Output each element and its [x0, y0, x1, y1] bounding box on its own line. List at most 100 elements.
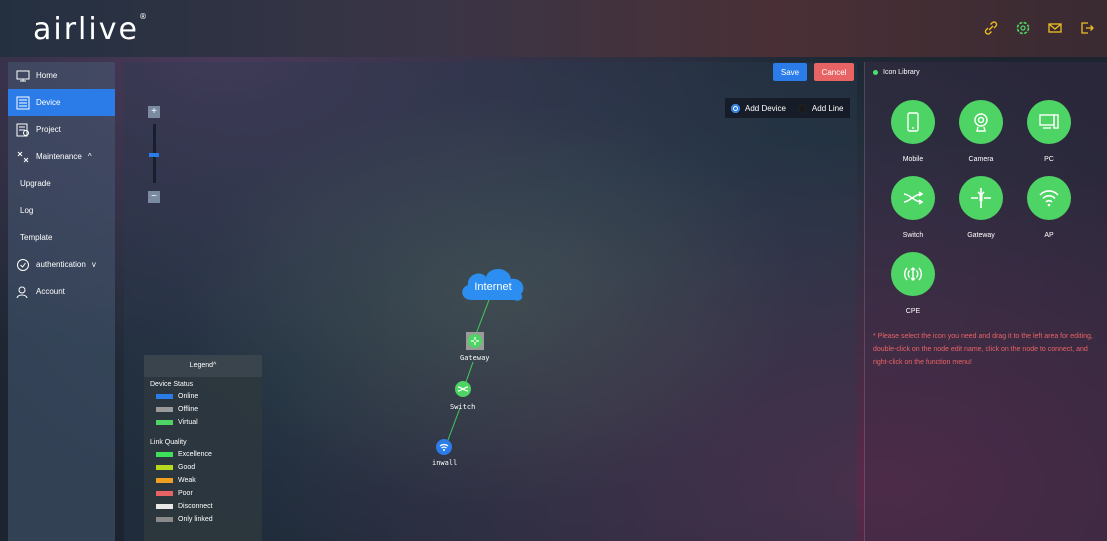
status-dot: [873, 70, 878, 75]
library-item-switch[interactable]: [891, 176, 935, 220]
sidebar-item-upgrade[interactable]: Upgrade: [8, 170, 115, 197]
gateway-icon: [468, 334, 482, 348]
legend-header[interactable]: Legend^: [144, 355, 262, 377]
swatch: [156, 504, 173, 509]
maintenance-icon: [17, 151, 29, 162]
swatch: [156, 394, 173, 399]
library-item-ap[interactable]: [1027, 176, 1071, 220]
sidebar-item-device[interactable]: Device: [8, 89, 115, 116]
legend-label: Virtual: [178, 419, 198, 426]
sidebar-item-label: Device: [36, 98, 61, 107]
settings-icon[interactable]: [1015, 20, 1031, 36]
sidebar-item-label: authentication: [36, 260, 86, 269]
sidebar-item-label: Project: [36, 125, 61, 134]
sidebar-item-maintenance[interactable]: Maintenance ^: [8, 143, 115, 170]
legend-label: Disconnect: [178, 503, 213, 510]
legend-row: Poor: [144, 487, 262, 500]
library-item-label: CPE: [905, 308, 921, 315]
legend-row: Weak: [144, 474, 262, 487]
project-icon: [16, 123, 29, 136]
legend-label: Excellence: [178, 451, 212, 458]
library-item-label: Gateway: [967, 232, 995, 239]
library-item-camera[interactable]: [959, 100, 1003, 144]
library-item-pc[interactable]: [1027, 100, 1071, 144]
logout-icon[interactable]: [1079, 20, 1095, 36]
legend-label: Poor: [178, 490, 193, 497]
library-item-mobile[interactable]: [891, 100, 935, 144]
chevron-up-icon: ^: [213, 362, 217, 369]
cpe-icon: [904, 267, 922, 281]
link-internet-gateway: [475, 299, 490, 335]
sidebar-item-log[interactable]: Log: [8, 197, 115, 224]
legend-section-title: Device Status: [150, 381, 194, 388]
sidebar-item-label: Maintenance: [36, 152, 82, 161]
legend-row: Offline: [144, 403, 262, 416]
legend-label: Weak: [178, 477, 196, 484]
sidebar-item-label: Home: [36, 71, 58, 80]
pc-icon: [1039, 114, 1059, 129]
sidebar-item-label: Account: [36, 287, 65, 296]
sidebar-item-project[interactable]: Project: [8, 116, 115, 143]
sidebar-item-template[interactable]: Template: [8, 224, 115, 251]
link-switch-inwall: [447, 407, 461, 441]
node-gateway[interactable]: [466, 332, 484, 350]
library-hint: * Please select the icon you need and dr…: [873, 333, 1093, 366]
library-item-label: Switch: [902, 232, 924, 239]
legend-row: Disconnect: [144, 500, 262, 513]
node-inwall[interactable]: [436, 439, 452, 455]
sidebar-item-label: Template: [20, 233, 53, 242]
node-switch[interactable]: [455, 381, 471, 397]
library-item-label: Mobile: [902, 156, 924, 163]
legend-row: Excellence: [144, 448, 262, 461]
link-icon[interactable]: [983, 20, 999, 36]
legend-row: Online: [144, 390, 262, 403]
legend-row: Good: [144, 461, 262, 474]
legend-label: Good: [178, 464, 196, 471]
icon-library-panel: Icon Library Mobile Camera PC Switch Gat…: [864, 62, 1107, 541]
library-item-label: Camera: [968, 156, 994, 163]
mobile-icon: [907, 112, 919, 132]
user-icon: [16, 286, 28, 298]
wifi-icon: [439, 443, 449, 451]
swatch: [156, 407, 173, 412]
gateway-icon: [971, 188, 991, 208]
sidebar-item-authentication[interactable]: authentication v: [8, 251, 115, 278]
node-label: Gateway: [460, 354, 490, 362]
node-internet[interactable]: Internet: [457, 262, 529, 304]
legend-title: Legend: [189, 362, 214, 369]
swatch: [156, 465, 173, 470]
chevron-down-icon: v: [91, 260, 96, 269]
library-item-label: AP: [1044, 232, 1054, 239]
library-title: Icon Library: [883, 69, 920, 76]
mail-icon[interactable]: [1047, 20, 1063, 36]
top-icons: [983, 20, 1095, 36]
node-label: inwall: [432, 459, 458, 467]
topology-canvas[interactable]: Save Cancel Add Device Add Line + − Inte…: [124, 62, 857, 541]
node-label: Internet: [474, 281, 512, 293]
chevron-up-icon: ^: [87, 152, 92, 161]
check-circle-icon: [17, 258, 29, 271]
camera-icon: [974, 113, 988, 132]
legend-label: Online: [178, 393, 199, 400]
switch-icon: [457, 386, 469, 392]
swatch: [156, 478, 173, 483]
node-label: Switch: [450, 403, 476, 411]
legend-panel: Legend^ Device Status Online Offline Vir…: [144, 355, 262, 541]
swatch: [156, 420, 173, 425]
legend-label: Offline: [178, 406, 199, 413]
sidebar-item-account[interactable]: Account: [8, 278, 115, 305]
switch-icon: [903, 191, 924, 205]
sidebar-item-home[interactable]: Home: [8, 62, 115, 89]
sidebar-item-label: Log: [20, 206, 34, 215]
legend-row: Only linked: [144, 513, 262, 526]
device-list-icon: [16, 96, 30, 109]
wifi-icon: [1039, 190, 1059, 207]
library-item-cpe[interactable]: [891, 252, 935, 296]
link-gateway-switch: [465, 361, 474, 383]
sidebar-item-label: Upgrade: [20, 179, 51, 188]
library-item-label: PC: [1044, 156, 1054, 163]
library-item-gateway[interactable]: [959, 176, 1003, 220]
sidebar: Home Device Project Maintenance ^ Upgrad…: [8, 62, 115, 541]
monitor-icon: [16, 70, 30, 81]
legend-row: Virtual: [144, 416, 262, 429]
